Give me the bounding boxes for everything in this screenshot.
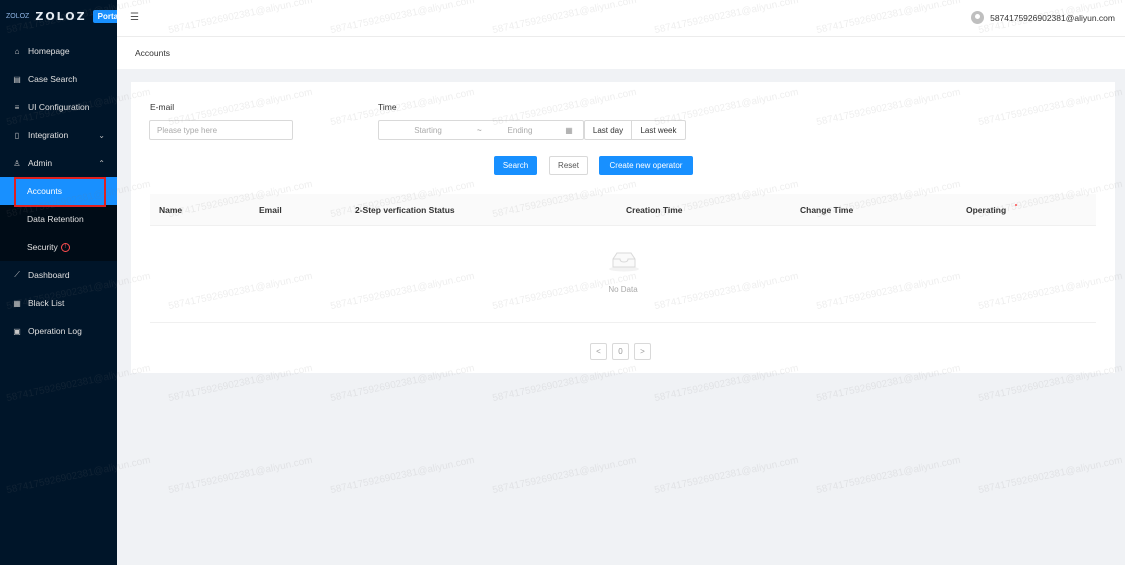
home-icon: ⌂ [14,46,20,56]
create-operator-button[interactable]: Create new operator [599,156,693,175]
email-placeholder: Please type here [157,125,218,135]
calendar-icon: ▦ [565,125,573,135]
warning-icon: ! [60,242,70,252]
sidebar-item-label: Operation Log [28,326,82,336]
blacklist-icon: ▦ [13,298,21,308]
user-email: 5874175926902381@aliyun.com [990,12,1115,23]
column-header: Name [159,205,183,215]
sidebar-item-operation-log[interactable]: ▣ Operation Log [0,317,117,345]
breadcrumb: Accounts [117,37,1125,69]
menu-icon: ≡ [14,102,20,112]
start-date-input[interactable]: Starting [379,126,477,135]
table-icon: ▤ [13,74,21,84]
sidebar-item-black-list[interactable]: ▦ Black List [0,289,117,317]
empty-inbox-icon [609,252,639,272]
table-header: Name Email 2-Step verfication Status Cre… [150,194,1096,226]
chevron-up-icon: ⌃ [98,158,105,168]
sidebar-item-data-retention[interactable]: Data Retention [0,205,117,233]
watermark-text: 5874175926902381@aliyun.com [977,454,1124,497]
column-header: 2-Step verfication Status [355,205,455,215]
date-range-picker[interactable]: Starting ~ Ending ▦ [378,120,584,140]
sidebar-item-label: Dashboard [28,270,70,280]
watermark-text: 5874175926902381@aliyun.com [491,454,638,497]
sidebar-item-label: Homepage [28,46,70,56]
page-number[interactable]: 0 [612,343,629,360]
top-header: ☰ 5874175926902381@aliyun.com [117,0,1125,37]
watermark-text: 5874175926902381@aliyun.com [329,454,476,497]
indicator-dot [1015,204,1017,206]
sidebar-item-homepage[interactable]: ⌂ Homepage [0,37,117,65]
sidebar-item-label: Data Retention [27,214,84,224]
last-day-button[interactable]: Last day [584,120,632,140]
watermark-text: 5874175926902381@aliyun.com [167,454,314,497]
prev-page-button[interactable]: < [590,343,607,360]
file-icon: ▯ [14,130,20,140]
reset-button[interactable]: Reset [549,156,588,175]
logo: ZOLOZ ZOLOZ Portal [0,0,126,33]
avatar [971,11,985,24]
next-page-button[interactable]: > [634,343,651,360]
search-button[interactable]: Search [494,156,537,175]
empty-text: No Data [608,285,638,294]
column-header: Creation Time [626,205,683,215]
sidebar-item-label: Admin [28,158,53,168]
sidebar-item-label: Case Search [28,74,78,84]
watermark-text: 5874175926902381@aliyun.com [653,454,800,497]
log-icon: ▣ [13,326,21,336]
watermark-text: 5874175926902381@aliyun.com [815,454,962,497]
sidebar-item-label: Security [27,242,58,252]
last-week-button[interactable]: Last week [631,120,686,140]
logo-text: ZOLOZ [35,10,87,23]
table-body: No Data [150,226,1096,323]
email-label: E-mail [150,102,175,112]
time-label: Time [378,102,397,112]
sidebar-item-dashboard[interactable]: ⟋ Dashboard [0,261,117,289]
column-header: Change Time [800,205,854,215]
sidebar-item-label: Integration [28,130,69,140]
line-chart-icon: ⟋ [14,270,20,279]
email-input[interactable]: Please type here [149,120,293,140]
sidebar-item-integration[interactable]: ▯ Integration ⌄ [0,121,117,149]
end-date-input[interactable]: Ending [481,126,559,135]
column-header: Email [259,205,282,215]
sidebar-item-label: Black List [28,298,65,308]
logo-mark: ZOLOZ [6,13,30,20]
user-admin-icon: ♙ [13,158,21,168]
menu-fold-icon[interactable]: ☰ [130,12,139,23]
accounts-card: E-mail Please type here Time Starting ~ … [131,82,1115,373]
pagination: < 0 > [590,343,651,360]
column-header: Operating [966,205,1007,215]
sidebar-item-ui-configuration[interactable]: ≡ UI Configuration [0,93,117,121]
sidebar-item-label: UI Configuration [28,102,90,112]
sidebar-item-admin[interactable]: ♙ Admin ⌃ [0,149,117,177]
user-menu[interactable]: 5874175926902381@aliyun.com [971,11,1115,24]
sidebar-item-case-search[interactable]: ▤ Case Search [0,65,117,93]
breadcrumb-item: Accounts [135,48,170,58]
chevron-down-icon: ⌄ [98,130,105,140]
highlight-box [14,177,106,207]
sidebar-item-security[interactable]: Security ! [0,233,117,261]
sidebar: ZOLOZ ZOLOZ Portal ⌂ Homepage ▤ Case Sea… [0,0,126,565]
accounts-table: Name Email 2-Step verfication Status Cre… [150,194,1096,323]
